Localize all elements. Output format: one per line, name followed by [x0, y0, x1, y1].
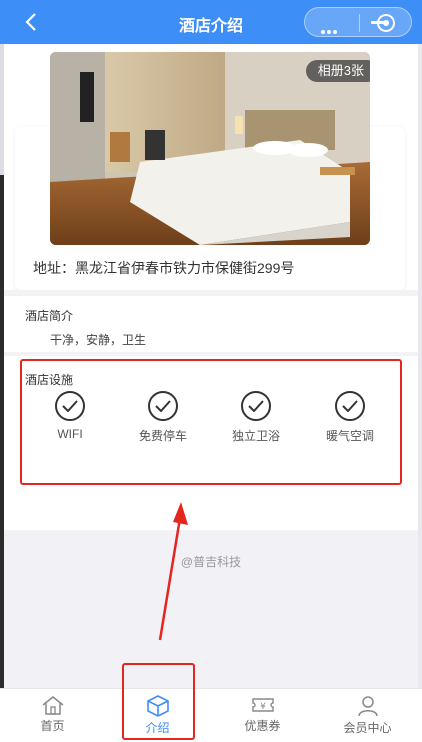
- section-divider: [4, 290, 418, 296]
- tab-label: 会员中心: [343, 721, 392, 735]
- background-page-right: [418, 44, 422, 694]
- tab-label: 首页: [40, 719, 65, 733]
- miniprogram-capsule: [304, 7, 412, 37]
- tab-bar: 首页 介绍 ¥ 优惠券 会员中心: [0, 688, 422, 742]
- annotation-box-facilities: [20, 359, 402, 485]
- tab-member[interactable]: 会员中心: [315, 689, 420, 742]
- watermark: @普吉科技: [180, 555, 242, 569]
- hotel-address: 地址：黑龙江省伊春市铁力市保健街299号: [33, 260, 295, 276]
- coupon-icon: ¥: [251, 698, 274, 712]
- intro-text: 干净，安静，卫生: [50, 333, 147, 347]
- capsule-separator: [359, 14, 360, 32]
- tab-home[interactable]: 首页: [0, 689, 105, 742]
- intro-title: 酒店简介: [25, 309, 74, 323]
- tab-label: 优惠券: [244, 719, 281, 733]
- annotation-arrow: [158, 502, 188, 641]
- home-icon: [42, 696, 63, 715]
- annotation-box-tab: [122, 663, 195, 740]
- section-divider: [4, 352, 418, 356]
- user-icon: [357, 696, 378, 717]
- tab-coupon[interactable]: ¥ 优惠券: [210, 689, 315, 742]
- nav-header: 酒店介绍: [0, 0, 422, 44]
- album-badge[interactable]: 相册3张: [305, 60, 370, 82]
- hotel-photo[interactable]: 相册3张: [50, 52, 370, 245]
- close-icon[interactable]: [377, 14, 395, 32]
- more-icon[interactable]: [321, 21, 339, 39]
- svg-text:¥: ¥: [260, 702, 266, 712]
